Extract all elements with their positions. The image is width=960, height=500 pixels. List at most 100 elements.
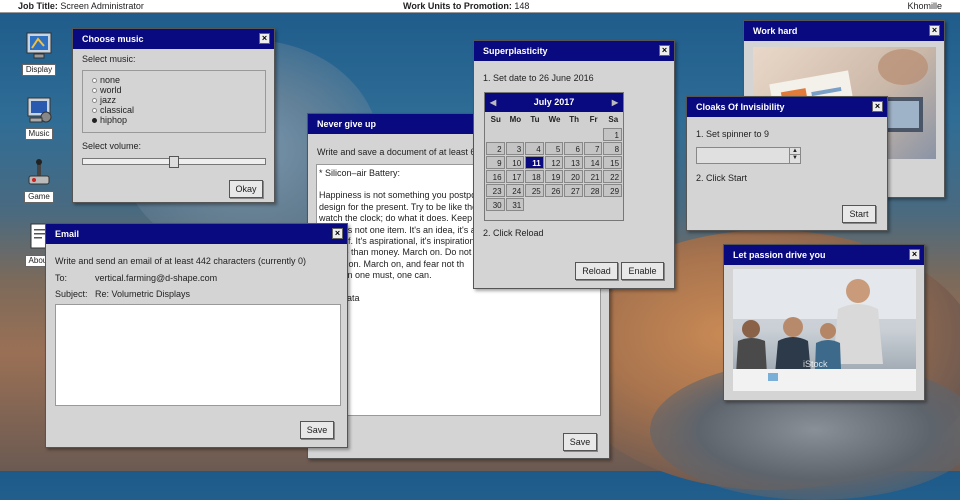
desktop-icon-music[interactable]: Music [19,95,59,140]
close-icon[interactable]: × [929,25,940,36]
save-button[interactable]: Save [563,433,597,451]
calendar-empty-cell [486,128,505,141]
calendar-day[interactable]: 8 [603,142,623,155]
radio-classical[interactable]: classical [92,105,134,115]
music-options-group: none world jazz classical hiphop [82,70,266,133]
calendar-day[interactable]: 24 [505,184,525,197]
spinner-controls: ▲ ▼ [789,148,800,163]
calendar-day[interactable]: 27 [564,184,583,197]
radio-hiphop[interactable]: hiphop [92,115,134,125]
close-icon[interactable]: × [659,45,670,56]
calendar-day[interactable]: 30 [486,198,505,211]
save-button[interactable]: Save [300,421,334,439]
calendar-day[interactable]: 10 [505,156,525,169]
radio-none[interactable]: none [92,75,134,85]
date-picker: ◀ July 2017 ▶ Su Mo Tu We Th Fr Sa 12345… [484,92,624,221]
calendar-day[interactable]: 31 [505,198,525,211]
radio-jazz[interactable]: jazz [92,95,134,105]
calendar-day[interactable]: 3 [505,142,525,155]
calendar-day[interactable]: 23 [486,184,505,197]
user-name: Khomille [907,1,942,11]
calendar-header: ◀ July 2017 ▶ [485,93,623,112]
calendar-day[interactable]: 25 [525,184,544,197]
calendar-day[interactable]: 9 [486,156,505,169]
weekday-label: Fr [589,115,598,124]
calendar-day[interactable]: 18 [525,170,544,183]
superplasticity-titlebar[interactable]: Superplasticity × [474,41,674,61]
calendar-day[interactable]: 17 [505,170,525,183]
calendar-week: 23 24 25 26 27 28 29 [486,184,623,198]
music-window: Choose music × Select music: none world … [72,28,275,203]
passion-photo-illustration: iStock [733,269,916,391]
radio-world[interactable]: world [92,85,134,95]
calendar-day[interactable]: 29 [603,184,623,197]
calendar-empty-cell [525,198,544,211]
close-icon[interactable]: × [872,101,883,112]
display-icon [24,31,54,61]
to-field[interactable]: vertical.farming@d-shape.com [95,273,217,283]
calendar-weekdays: Su Mo Tu We Th Fr Sa [485,112,623,128]
calendar-week: 30 31 [486,198,623,212]
spinner-up-icon[interactable]: ▲ [790,148,800,155]
enable-button[interactable]: Enable [621,262,664,280]
calendar-day[interactable]: 21 [583,170,603,183]
subject-field[interactable]: Re: Volumetric Displays [95,289,190,299]
calendar-day[interactable]: 5 [544,142,564,155]
calendar-day[interactable]: 19 [544,170,564,183]
calendar-empty-cell [584,128,603,141]
task-step-2: 2. Click Reload [483,228,544,238]
calendar-day[interactable]: 1 [603,128,622,141]
window-title: Never give up [317,119,377,129]
reload-button[interactable]: Reload [575,262,618,280]
passion-titlebar[interactable]: Let passion drive you × [724,245,924,265]
email-titlebar[interactable]: Email × [46,224,347,244]
music-icon [24,95,54,125]
calendar-day[interactable]: 4 [525,142,544,155]
spinner-down-icon[interactable]: ▼ [790,155,800,162]
window-title: Cloaks Of Invisibility [696,102,785,112]
volume-slider-thumb[interactable] [169,156,179,168]
calendar-day[interactable]: 2 [486,142,505,155]
weekday-label: Tu [530,115,540,124]
close-icon[interactable]: × [909,249,920,260]
calendar-week: 16 17 18 19 20 21 22 [486,170,623,184]
cloaks-titlebar[interactable]: Cloaks Of Invisibility × [687,97,887,117]
okay-button[interactable]: Okay [229,180,263,198]
workhard-titlebar[interactable]: Work hard × [744,21,944,41]
calendar-empty-cell [545,128,564,141]
calendar-day[interactable]: 26 [544,184,564,197]
next-month-icon[interactable]: ▶ [612,93,618,112]
calendar-day[interactable]: 11 [525,156,544,169]
close-icon[interactable]: × [259,33,270,44]
calendar-day[interactable]: 6 [564,142,583,155]
select-music-label: Select music: [82,54,136,64]
calendar-week: 1 [486,128,623,142]
calendar-day[interactable]: 13 [564,156,583,169]
doc-line: rtical Data [319,292,360,303]
start-button[interactable]: Start [842,205,876,223]
calendar-day[interactable]: 7 [583,142,603,155]
desktop-icon-display[interactable]: Display [19,31,59,76]
calendar-empty-cell [603,198,622,211]
calendar-empty-cell [506,128,525,141]
desktop-icon-game[interactable]: Game [19,158,59,203]
calendar-day[interactable]: 20 [564,170,583,183]
calendar-day[interactable]: 22 [603,170,623,183]
weekday-label: Th [569,115,579,124]
calendar-day[interactable]: 28 [583,184,603,197]
email-window: Email × Write and send an email of at le… [45,223,348,448]
calendar-day[interactable]: 14 [583,156,603,169]
music-window-titlebar[interactable]: Choose music × [73,29,274,49]
calendar-week: 2345678 [486,142,623,156]
close-icon[interactable]: × [332,228,343,239]
email-instruction: Write and send an email of at least 442 … [55,256,306,266]
prev-month-icon[interactable]: ◀ [490,93,496,112]
calendar-day[interactable]: 12 [544,156,564,169]
spinner-input[interactable]: ▲ ▼ [696,147,801,164]
email-body-input[interactable] [55,304,341,406]
document-instruction: Write and save a document of at least 61… [317,147,493,157]
cloaks-window: Cloaks Of Invisibility × 1. Set spinner … [686,96,888,231]
calendar-day[interactable]: 16 [486,170,505,183]
calendar-day[interactable]: 15 [603,156,623,169]
window-title: Email [55,229,80,239]
